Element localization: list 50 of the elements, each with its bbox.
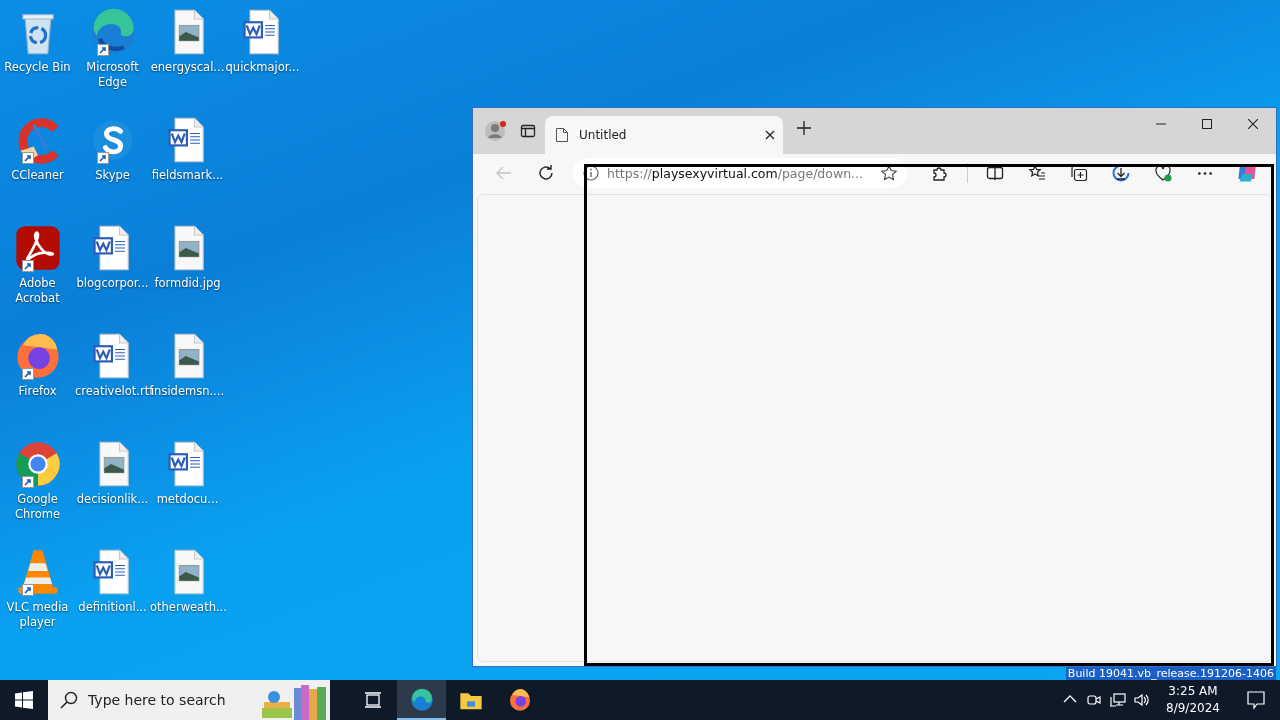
icon-label[interactable]: fieldsmark... [151, 168, 224, 183]
windows-logo-icon [15, 691, 33, 709]
star-list-icon [1028, 164, 1046, 182]
split-screen-icon [986, 164, 1004, 182]
icon-label[interactable]: otherweath... [150, 600, 225, 615]
close-icon [765, 130, 775, 140]
icon-label[interactable]: Adobe Acrobat [0, 276, 75, 306]
close-tab-button[interactable] [765, 130, 775, 140]
icon-label[interactable]: VLC media player [0, 600, 75, 630]
icon-label[interactable]: decisionlik... [76, 492, 149, 507]
edge-taskbar-button[interactable] [397, 680, 446, 720]
icon-label[interactable]: Skype [95, 168, 130, 183]
task-view-icon [363, 691, 382, 709]
heart-check-icon [1154, 164, 1172, 182]
icon-label[interactable]: CCleaner [11, 168, 64, 183]
info-icon[interactable] [583, 165, 599, 181]
collections-icon [1070, 164, 1088, 182]
icon-label[interactable]: quickmajor... [225, 60, 300, 75]
more-icon [1198, 171, 1212, 175]
plus-icon [797, 121, 811, 135]
search-placeholder: Type here to search [88, 692, 227, 708]
refresh-icon [537, 164, 555, 182]
clock-time: 3:25 AM [1168, 683, 1218, 700]
search-icon [60, 691, 78, 709]
tab-title: Untitled [579, 128, 628, 142]
speaker-icon [1133, 691, 1151, 709]
icon-label[interactable]: Recycle Bin [4, 60, 71, 75]
profile-button[interactable] [483, 118, 509, 144]
icon-label[interactable]: Microsoft Edge [75, 60, 150, 90]
download-progress-icon [1112, 164, 1130, 182]
close-icon [1248, 119, 1258, 129]
url-text: https://playsexyvirtual.com/page/down... [607, 165, 864, 181]
puzzle-icon [931, 164, 949, 182]
icon-label[interactable]: metdocu... [156, 492, 219, 507]
star-icon[interactable] [881, 165, 897, 181]
icon-label[interactable]: blogcorpor... [76, 276, 149, 291]
icon-label[interactable]: definitionl... [78, 600, 147, 615]
icon-label[interactable]: formdid.jpg [154, 276, 221, 291]
icon-label[interactable]: Firefox [18, 384, 57, 399]
message-icon [1246, 690, 1266, 710]
icon-label[interactable]: energyscal... [150, 60, 225, 75]
search-box[interactable]: Type here to search [48, 680, 330, 720]
network-icon [1109, 691, 1127, 709]
page-icon [555, 127, 569, 143]
icon-label[interactable]: Google Chrome [0, 492, 75, 522]
clock-date: 8/9/2024 [1166, 700, 1220, 717]
tab-actions-icon [520, 123, 536, 139]
build-watermark: Build 19041.vb_release.191206-1406 [1065, 667, 1276, 680]
maximize-icon [1202, 119, 1212, 129]
browser-tab[interactable]: Untitled [545, 116, 783, 154]
